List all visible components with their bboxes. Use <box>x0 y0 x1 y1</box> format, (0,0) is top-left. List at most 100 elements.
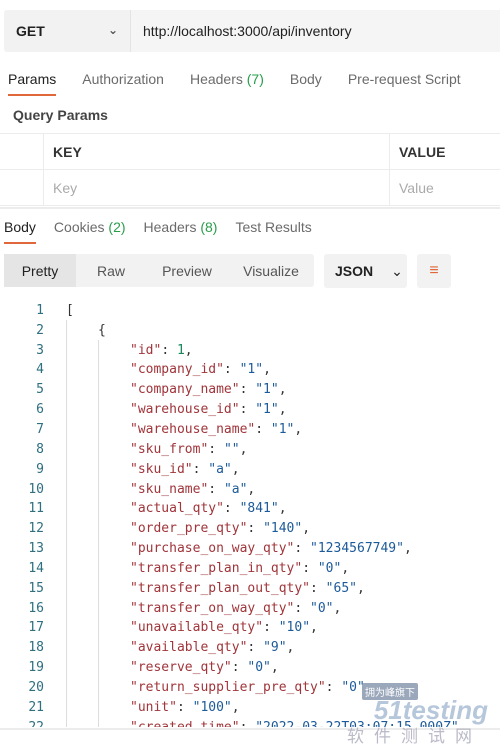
request-tabs: Params Authorization Headers (7) Body Pre-re… <box>8 71 461 96</box>
tab-authorization[interactable]: Authorization <box>82 71 164 87</box>
view-pretty[interactable]: Pretty <box>4 254 76 287</box>
json-key: "sku_name" <box>130 481 209 497</box>
code-line: 15 "transfer_plan_out_qty": "65", <box>0 578 500 598</box>
response-body: 1[2{3 "id": 1, 4 "company_id": "1", 5 "compan… <box>0 300 500 727</box>
code-line: 16 "transfer_on_way_qty": "0", <box>0 598 500 618</box>
row-checkbox-cell <box>0 170 44 205</box>
code-text: "warehouse_name": "1", <box>130 421 303 437</box>
code-line: 4 "company_id": "1", <box>0 360 500 380</box>
tab-label: Cookies <box>53 219 105 235</box>
code-line: 18 "available_qty": "9", <box>0 638 500 658</box>
code-line: 10 "sku_name": "a", <box>0 479 500 499</box>
code-text: "purchase_on_way_qty": "1234567749", <box>130 541 412 557</box>
json-key: "reserve_qty" <box>130 660 232 676</box>
key-input[interactable]: Key <box>44 170 390 205</box>
json-value: "0" <box>317 560 342 576</box>
json-value: "" <box>223 441 240 457</box>
value-header: VALUE <box>399 143 446 160</box>
json-key: "transfer_plan_in_qty" <box>130 560 303 576</box>
value-input[interactable]: Value <box>390 180 500 196</box>
json-value: "a" <box>223 481 248 497</box>
line-number: 2 <box>36 322 44 338</box>
chevron-down-icon: ⌄ <box>107 23 118 37</box>
chevron-down-icon: ⌄ <box>391 262 403 279</box>
json-value: "100" <box>192 699 232 715</box>
code-text: "sku_name": "a", <box>130 481 256 497</box>
json-value: "1" <box>255 382 279 398</box>
json-key: "created_time" <box>130 720 240 727</box>
tab-label: Test Results <box>235 219 312 235</box>
json-key: "sku_id" <box>130 461 193 477</box>
line-number: 11 <box>28 501 44 517</box>
line-number: 3 <box>36 342 44 358</box>
view-raw[interactable]: Raw <box>76 254 146 287</box>
json-value: "841" <box>239 501 279 517</box>
bracket: [ <box>66 302 74 318</box>
code-text: "return_supplier_pre_qty": "0", <box>130 679 373 695</box>
tab-body[interactable]: Body <box>290 71 322 87</box>
tab-count: (8) <box>200 219 218 235</box>
watermark-subtitle: 软件测试网 <box>347 727 482 746</box>
view-mode-group: Pretty Raw Preview Visualize <box>4 254 314 287</box>
line-number: 7 <box>36 421 44 437</box>
line-number: 21 <box>28 699 44 715</box>
json-key: "company_name" <box>130 382 240 398</box>
tab-label: Headers <box>143 219 197 235</box>
tab-label: Pre-request Script <box>347 71 461 87</box>
tab-headers[interactable]: Headers (8) <box>144 219 218 235</box>
view-preview[interactable]: Preview <box>146 254 228 287</box>
response-tabs: Body Cookies (2) Headers (8) Test Results <box>4 219 312 244</box>
method-label: GET <box>16 23 45 39</box>
indent-guide <box>66 320 67 727</box>
code-text: "sku_from": "", <box>130 441 248 457</box>
json-value: "9" <box>263 640 287 656</box>
params-table: KEY VALUE Key Value <box>0 133 500 206</box>
code-line: 7 "warehouse_name": "1", <box>0 420 500 440</box>
code-text: "company_id": "1", <box>130 362 271 378</box>
line-number: 17 <box>28 620 44 636</box>
code-text: "warehouse_id": "1", <box>130 402 287 418</box>
code-line: 3 "id": 1, <box>0 340 500 360</box>
line-number: 5 <box>36 382 44 398</box>
json-key: "warehouse_id" <box>130 402 240 418</box>
json-key: "id" <box>130 342 162 358</box>
view-visualize[interactable]: Visualize <box>228 254 314 287</box>
format-select[interactable]: JSON ⌄ <box>324 254 407 288</box>
json-key: "available_qty" <box>130 640 248 656</box>
tab-pre-request-script[interactable]: Pre-request Script <box>348 71 461 87</box>
json-value: "0" <box>310 600 334 616</box>
tab-count: (2) <box>108 219 126 235</box>
json-key: "transfer_plan_out_qty" <box>130 580 311 596</box>
code-text: [ <box>44 303 74 318</box>
json-value: "a" <box>208 461 232 477</box>
method-select[interactable]: GET ⌄ <box>4 10 131 52</box>
line-number: 9 <box>36 461 44 477</box>
line-number: 19 <box>28 660 44 676</box>
code-line: 14 "transfer_plan_in_qty": "0", <box>0 558 500 578</box>
line-number: 1 <box>36 302 44 318</box>
code-text: "transfer_on_way_qty": "0", <box>130 600 342 616</box>
json-key: "transfer_on_way_qty" <box>130 600 295 616</box>
line-number: 18 <box>28 640 44 656</box>
code-text: "transfer_plan_out_qty": "65", <box>130 580 365 596</box>
line-number: 16 <box>28 600 44 616</box>
tab-headers[interactable]: Headers (7) <box>190 71 264 87</box>
code-line: 2{ <box>0 320 500 340</box>
json-value: 1 <box>176 342 185 358</box>
json-key: "company_id" <box>130 362 224 378</box>
code-text: "company_name": "1", <box>130 382 287 398</box>
code-line: 17 "unavailable_qty": "10", <box>0 618 500 638</box>
code-text: "order_pre_qty": "140", <box>130 521 311 537</box>
tab-cookies[interactable]: Cookies (2) <box>54 219 126 235</box>
tab-body[interactable]: Body <box>4 219 36 244</box>
wrap-lines-icon[interactable]: ≡ <box>417 254 451 288</box>
tab-params[interactable]: Params <box>8 71 57 96</box>
line-number: 22 <box>0 720 44 727</box>
query-params-title: Query Params <box>13 107 108 123</box>
url-input[interactable]: http://localhost:3000/api/inventory <box>131 10 500 52</box>
tab-test-results[interactable]: Test Results <box>235 219 311 235</box>
code-line: 19 "reserve_qty": "0", <box>0 658 500 678</box>
code-text: "unavailable_qty": "10", <box>130 620 318 636</box>
key-header: KEY <box>44 134 390 169</box>
json-value: "10" <box>278 620 311 636</box>
